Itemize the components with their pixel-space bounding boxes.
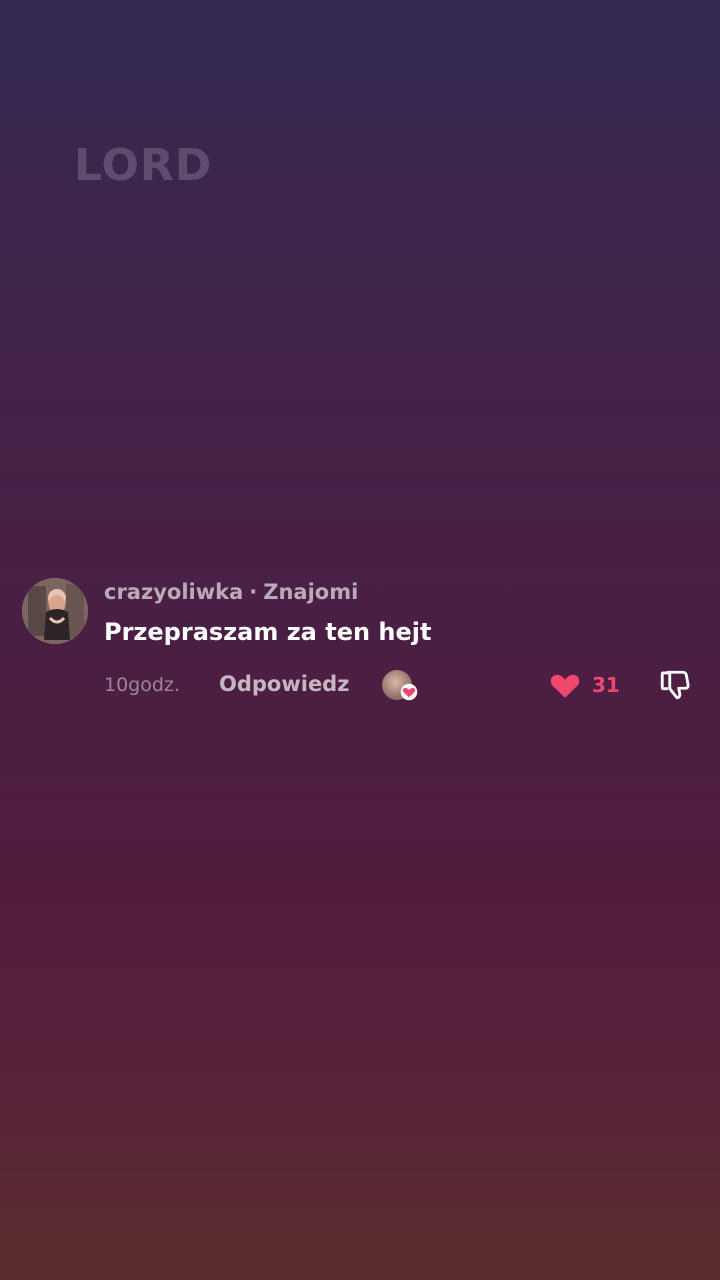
like-count: 31 — [592, 673, 620, 697]
username[interactable]: crazyoliwka — [104, 580, 243, 604]
watermark-logo: LORD — [74, 140, 213, 191]
creator-liked-badge — [382, 670, 418, 702]
avatar[interactable] — [22, 578, 88, 644]
comment-item: crazyoliwka · Znajomi Przepraszam za ten h… — [22, 578, 702, 708]
heart-icon — [400, 683, 418, 701]
comment-timestamp: 10godz. — [104, 674, 180, 696]
reply-button[interactable]: Odpowiedz — [219, 672, 349, 696]
comment-meta: crazyoliwka · Znajomi — [104, 580, 358, 604]
comment-text: Przepraszam za ten hejt — [104, 618, 432, 646]
heart-icon — [550, 674, 580, 698]
meta-separator: · — [249, 580, 258, 604]
thumbs-down-icon[interactable] — [658, 668, 692, 702]
relation-badge: Znajomi — [263, 580, 359, 604]
comment-actions: 10godz. Odpowiedz 31 — [104, 670, 702, 702]
